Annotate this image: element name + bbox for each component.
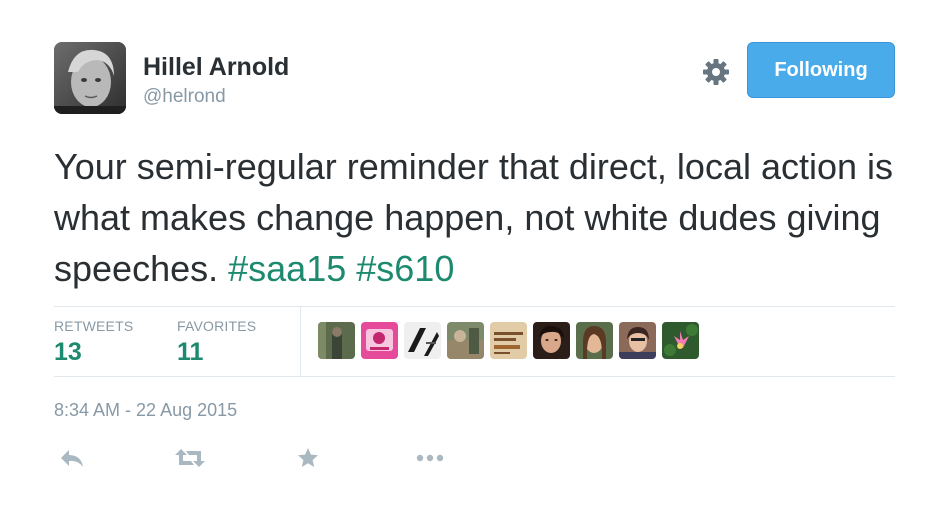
favoriter-avatar[interactable] bbox=[533, 322, 570, 359]
favoriter-avatar[interactable] bbox=[619, 322, 656, 359]
divider bbox=[300, 306, 301, 376]
retweet-icon[interactable] bbox=[172, 440, 208, 476]
retweets-label: RETWEETS bbox=[54, 318, 134, 334]
favoriter-avatar[interactable] bbox=[447, 322, 484, 359]
favorites-count: 11 bbox=[177, 338, 204, 366]
tweet-text: Your semi-regular reminder that direct, … bbox=[54, 141, 914, 294]
author-name[interactable]: Hillel Arnold bbox=[143, 53, 289, 82]
retweets-stat[interactable]: RETWEETS 13 bbox=[54, 318, 133, 367]
tweet-body: Your semi-regular reminder that direct, … bbox=[54, 146, 894, 289]
retweets-count: 13 bbox=[54, 338, 82, 366]
hashtag-link[interactable]: #saa15 bbox=[228, 248, 346, 289]
author-photo bbox=[54, 42, 126, 114]
favoriter-avatar[interactable] bbox=[318, 322, 355, 359]
more-icon[interactable] bbox=[412, 440, 448, 476]
favoriter-avatar[interactable] bbox=[662, 322, 699, 359]
tweet-timestamp[interactable]: 8:34 AM - 22 Aug 2015 bbox=[54, 400, 237, 421]
favoriter-avatar[interactable] bbox=[361, 322, 398, 359]
following-button[interactable]: Following bbox=[747, 42, 895, 98]
favoriter-avatars bbox=[318, 322, 705, 359]
favorites-label: FAVORITES bbox=[177, 318, 257, 334]
favoriter-avatar[interactable] bbox=[404, 322, 441, 359]
favorite-icon[interactable] bbox=[290, 440, 326, 476]
reply-icon[interactable] bbox=[54, 440, 90, 476]
favoriter-avatar[interactable] bbox=[576, 322, 613, 359]
divider bbox=[54, 306, 895, 307]
favoriter-avatar[interactable] bbox=[490, 322, 527, 359]
favorites-stat[interactable]: FAVORITES 11 bbox=[177, 318, 256, 367]
tweet-card: Hillel Arnold @helrond Following Your se… bbox=[0, 0, 951, 517]
hashtag-link[interactable]: #s610 bbox=[356, 248, 454, 289]
divider bbox=[54, 376, 895, 377]
author-avatar[interactable] bbox=[54, 42, 126, 114]
author-handle[interactable]: @helrond bbox=[143, 86, 226, 108]
gear-icon[interactable] bbox=[700, 56, 732, 88]
